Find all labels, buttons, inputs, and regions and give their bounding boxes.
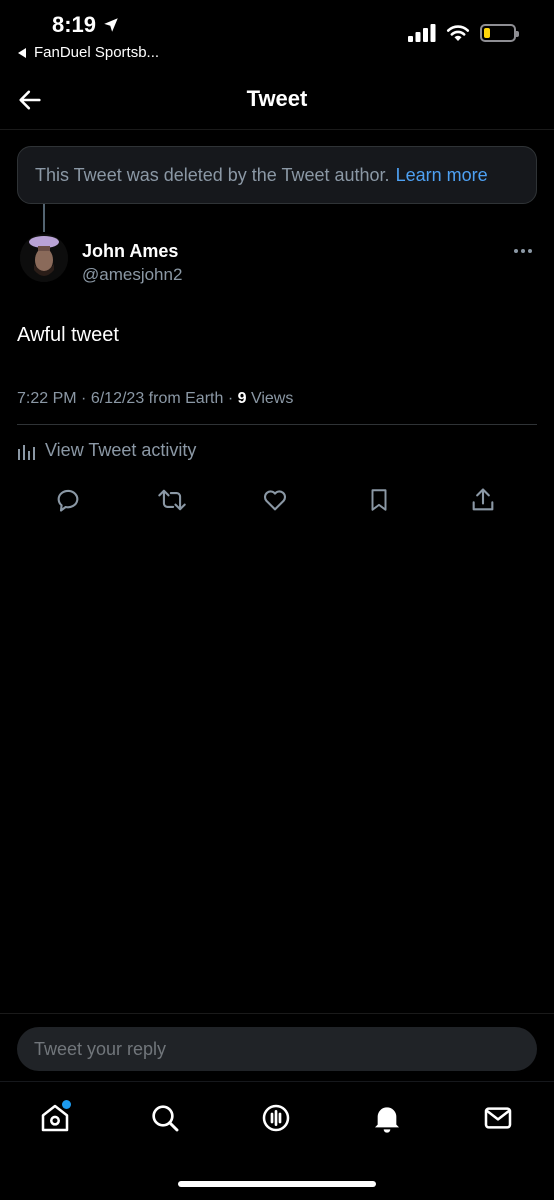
- back-triangle-icon: [18, 47, 26, 58]
- tweet-actions: [0, 480, 554, 520]
- status-time: 8:19: [52, 12, 120, 38]
- more-dot-icon: [528, 249, 532, 253]
- tab-home[interactable]: [35, 1098, 75, 1138]
- wifi-icon: [446, 25, 470, 41]
- reply-placeholder: Tweet your reply: [34, 1038, 167, 1059]
- avatar-image: [20, 234, 68, 282]
- tab-search[interactable]: [145, 1098, 185, 1138]
- tab-notifications[interactable]: [367, 1098, 407, 1138]
- retweet-button[interactable]: [152, 480, 192, 520]
- search-icon: [152, 1105, 179, 1132]
- tweet-date: 6/12/23: [90, 390, 145, 407]
- learn-more-link[interactable]: Learn more: [396, 165, 488, 186]
- tweet-source: from Earth: [148, 390, 224, 407]
- reply-button[interactable]: [48, 480, 88, 520]
- cellular-signal-icon: [408, 24, 436, 42]
- view-tweet-activity-link[interactable]: View Tweet activity: [17, 440, 196, 461]
- reply-area: Tweet your reply: [0, 1013, 554, 1081]
- page-title: Tweet: [246, 86, 308, 111]
- retweet-icon: [158, 489, 186, 511]
- battery-level: [484, 28, 490, 38]
- location-arrow-icon: [104, 18, 118, 32]
- meta-separator: ·: [227, 390, 234, 407]
- messages-icon: [484, 1107, 512, 1129]
- tweet-text: Awful tweet: [17, 324, 119, 346]
- activity-label: View Tweet activity: [45, 440, 197, 460]
- reply-input[interactable]: Tweet your reply: [17, 1027, 537, 1071]
- more-options-button[interactable]: [508, 240, 538, 262]
- tab-messages[interactable]: [478, 1098, 518, 1138]
- tweet-time: 7:22 PM: [17, 390, 77, 407]
- views-label: Views: [250, 390, 294, 407]
- like-icon: [263, 490, 287, 511]
- status-bar: 8:19 FanDuel Sportsb...: [0, 0, 554, 70]
- share-icon: [472, 488, 494, 511]
- analytics-icon: [18, 444, 35, 460]
- nav-header: Tweet: [0, 70, 554, 130]
- author-name[interactable]: John Ames: [82, 241, 178, 262]
- more-dot-icon: [521, 249, 525, 253]
- back-to-app-link[interactable]: FanDuel Sportsb...: [18, 44, 159, 61]
- tweet-meta: 7:22 PM · 6/12/23 from Earth · 9 Views: [17, 390, 293, 408]
- deleted-tweet-notice: This Tweet was deleted by the Tweet auth…: [17, 146, 537, 204]
- status-time-text: 8:19: [52, 12, 97, 37]
- avatar[interactable]: [20, 234, 68, 282]
- notifications-icon: [375, 1107, 399, 1133]
- tab-spaces[interactable]: [256, 1098, 296, 1138]
- like-button[interactable]: [255, 480, 295, 520]
- divider: [17, 424, 537, 425]
- share-button[interactable]: [463, 480, 503, 520]
- reply-icon: [57, 489, 79, 512]
- thread-connector-line: [43, 204, 45, 232]
- bookmark-icon: [371, 489, 387, 511]
- home-indicator: [178, 1181, 376, 1187]
- back-app-label: FanDuel Sportsb...: [34, 44, 160, 61]
- deleted-notice-text: This Tweet was deleted by the Tweet auth…: [35, 164, 390, 185]
- notification-dot: [62, 1100, 71, 1109]
- more-dot-icon: [514, 249, 518, 253]
- author-handle[interactable]: @amesjohn2: [82, 265, 182, 285]
- battery-icon: [480, 24, 519, 42]
- views-count: 9: [237, 390, 247, 407]
- spaces-icon: [262, 1104, 290, 1132]
- bookmark-button[interactable]: [359, 480, 399, 520]
- meta-separator: ·: [81, 390, 87, 407]
- status-indicators: [408, 24, 519, 42]
